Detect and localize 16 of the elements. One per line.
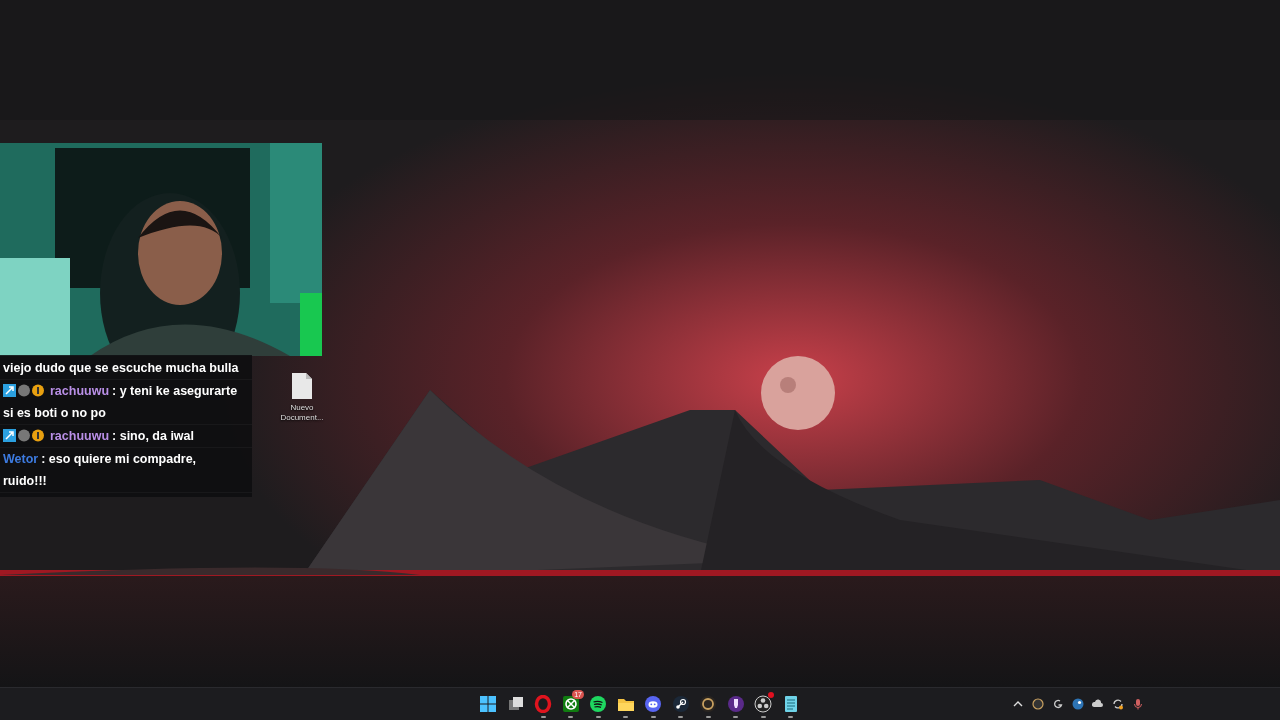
steam-logo-icon [671, 695, 690, 713]
xbox-logo-icon [561, 695, 580, 713]
dial-icon [699, 695, 718, 713]
cloud-icon[interactable] [1092, 698, 1104, 710]
sync-icon[interactable] [1112, 698, 1124, 710]
stacked-windows-icon [506, 695, 525, 713]
ring-logo-icon [534, 695, 553, 713]
obs-logo-icon [754, 695, 773, 713]
dial-icon[interactable] [1032, 698, 1044, 710]
discord-logo-icon [644, 695, 663, 713]
windows-logo-icon [479, 695, 498, 713]
steam-logo-icon[interactable] [1072, 698, 1084, 710]
bulb-icon [726, 695, 745, 713]
spotify-logo-icon [589, 695, 608, 713]
microphone-icon[interactable] [1132, 698, 1144, 710]
g-logo-icon[interactable] [1052, 698, 1064, 710]
